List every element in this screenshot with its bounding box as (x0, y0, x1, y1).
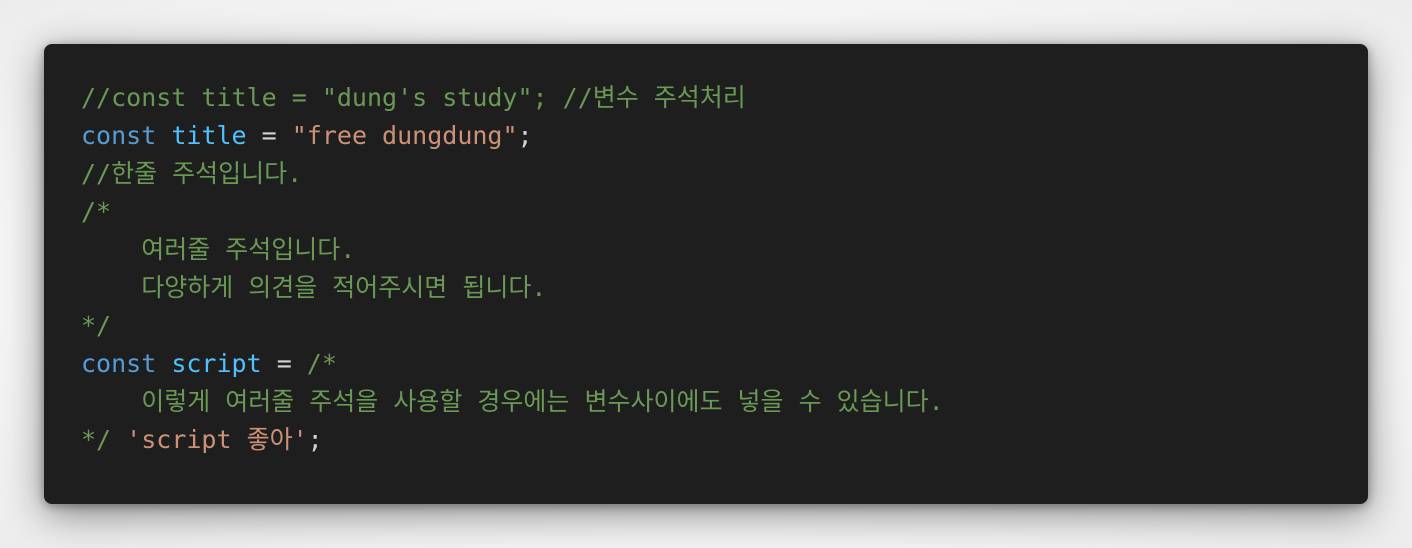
code-token-ws (156, 121, 171, 150)
code-token-comment: //한줄 주석입니다. (81, 159, 303, 188)
code-token-comment: 여러줄 주석입니다. (81, 235, 356, 264)
code-token-punct: ; (307, 425, 323, 454)
code-token-comment: */ (81, 311, 112, 340)
code-line: */ (81, 307, 1368, 345)
code-token-ws (156, 349, 171, 378)
code-line: const title = "free dungdung"; (81, 117, 1368, 155)
code-token-punct: ; (517, 121, 533, 150)
code-line: //한줄 주석입니다. (81, 155, 1368, 193)
code-token-var: script (171, 349, 262, 378)
code-token-comment: */ (81, 425, 112, 454)
code-token-var: title (171, 121, 247, 150)
code-token-op: = (261, 349, 307, 378)
code-line: 이렇게 여러줄 주석을 사용할 경우에는 변수사이에도 넣을 수 있습니다. (81, 383, 1368, 421)
code-line: 다양하게 의견을 적어주시면 됩니다. (81, 269, 1368, 307)
code-token-comment: 다양하게 의견을 적어주시면 됩니다. (81, 273, 547, 302)
code-token-keyword: const (81, 349, 157, 378)
code-block: //const title = "dung's study"; //변수 주석처… (44, 44, 1368, 504)
code-token-string: 'script 좋아' (126, 425, 308, 454)
code-token-keyword: const (81, 121, 157, 150)
code-line: const script = /* (81, 345, 1368, 383)
code-line: */ 'script 좋아'; (81, 421, 1368, 459)
code-lines: //const title = "dung's study"; //변수 주석처… (81, 79, 1368, 459)
code-token-comment: 이렇게 여러줄 주석을 사용할 경우에는 변수사이에도 넣을 수 있습니다. (81, 387, 944, 416)
code-token-comment: /* (306, 349, 337, 378)
code-token-comment: /* (81, 197, 112, 226)
code-token-string: "free dungdung" (291, 121, 518, 150)
code-token-op: = (246, 121, 292, 150)
code-token-comment: //const title = "dung's study"; //변수 주석처… (81, 83, 746, 112)
code-line: //const title = "dung's study"; //변수 주석처… (81, 79, 1368, 117)
code-token-ws (111, 425, 126, 454)
code-line: 여러줄 주석입니다. (81, 231, 1368, 269)
code-line: /* (81, 193, 1368, 231)
